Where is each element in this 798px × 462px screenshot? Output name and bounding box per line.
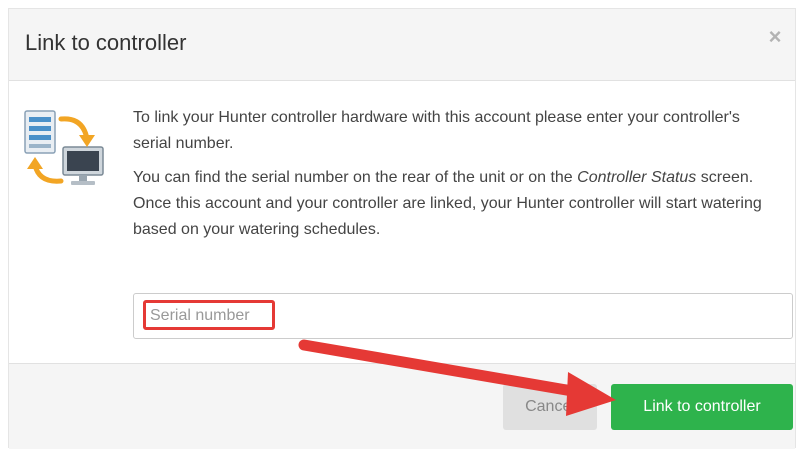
dialog-footer: Cancel Link to controller — [9, 363, 795, 449]
cancel-button[interactable]: Cancel — [503, 384, 597, 430]
link-controller-icon — [24, 110, 104, 185]
instructions-paragraph-2: You can find the serial number on the re… — [133, 165, 773, 191]
instructions-text-part: You can find the serial number on the re… — [133, 169, 578, 186]
instructions-paragraph-1: To link your Hunter controller hardware … — [133, 109, 740, 152]
link-controller-dialog: Link to controller × To link your Hunter… — [8, 8, 796, 449]
dialog-header: Link to controller × — [9, 9, 795, 81]
instructions-text-part: screen. — [696, 169, 754, 186]
link-to-controller-button[interactable]: Link to controller — [611, 384, 793, 430]
dialog-title: Link to controller — [25, 30, 187, 55]
instructions-paragraph-3: Once this account and your controller ar… — [133, 195, 762, 238]
instructions-text: To link your Hunter controller hardware … — [133, 105, 773, 251]
close-icon[interactable]: × — [765, 23, 785, 51]
controller-status-emphasis: Controller Status — [577, 169, 697, 186]
serial-number-input[interactable] — [133, 293, 793, 339]
dialog-body: To link your Hunter controller hardware … — [9, 81, 795, 363]
